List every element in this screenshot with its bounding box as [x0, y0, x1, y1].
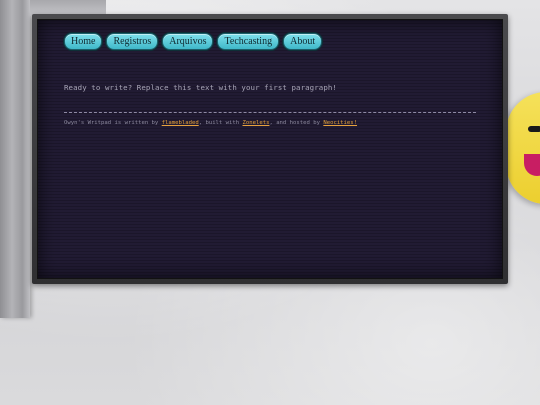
nav-registros-button[interactable]: Registros [106, 33, 159, 50]
sticker-mouth [524, 154, 540, 176]
footer-divider [64, 112, 476, 113]
footer-mid-text-1: , built with [198, 120, 243, 126]
tape-strip-decoration [0, 0, 30, 318]
nav-home-button[interactable]: Home [64, 33, 103, 50]
sticker-eye [528, 126, 540, 132]
footer-mid-text-2: , and hosted by [269, 120, 324, 126]
zonelets-link[interactable]: Zonelets [243, 120, 270, 126]
nav-techcasting-button[interactable]: Techcasting [217, 33, 280, 50]
author-link[interactable]: flamebladed [162, 120, 199, 126]
nav-about-button[interactable]: About [283, 33, 323, 50]
nav-arquivos-button[interactable]: Arquivos [162, 33, 214, 50]
monitor-frame: Home Registros Arquivos Techcasting Abou… [32, 14, 508, 284]
site-footer: Owyn's Writpad is written by flamebladed… [64, 120, 357, 126]
monitor-screen: Home Registros Arquivos Techcasting Abou… [37, 19, 503, 279]
footer-prefix-text: Owyn's Writpad is written by [64, 120, 162, 126]
neocities-link[interactable]: Neocities! [323, 120, 357, 126]
main-nav: Home Registros Arquivos Techcasting Abou… [64, 33, 323, 50]
intro-paragraph: Ready to write? Replace this text with y… [64, 83, 337, 92]
